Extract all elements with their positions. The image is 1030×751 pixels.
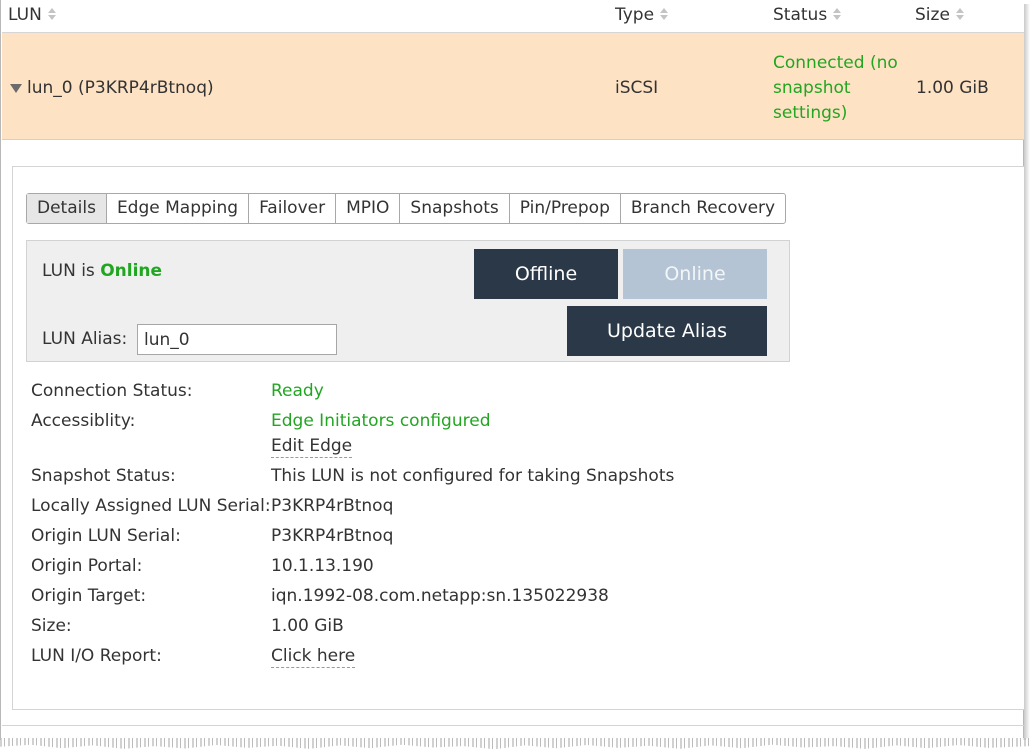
lun-type-cell: iSCSI xyxy=(615,78,659,98)
column-header-lun[interactable]: LUN xyxy=(8,5,56,25)
tab-mpio[interactable]: MPIO xyxy=(336,194,401,223)
connection-status-value: Ready xyxy=(271,381,324,401)
lun-table-window: LUN Type Status Size lun_0 (P3KRP4rBtnoq… xyxy=(0,0,1025,740)
edit-edge-link[interactable]: Edit Edge xyxy=(271,436,353,458)
accessibility-value: Edge Initiators configured xyxy=(271,411,491,431)
lun-status-cell-line1: Connected (no xyxy=(773,53,898,73)
column-header-status[interactable]: Status xyxy=(773,5,842,25)
lun-status-cell-line3: settings) xyxy=(773,103,848,123)
tab-branch-recovery[interactable]: Branch Recovery xyxy=(621,194,785,223)
table-bottom-divider xyxy=(2,725,1024,726)
snapshot-status-label: Snapshot Status: xyxy=(31,466,176,486)
origin-portal-value: 10.1.13.190 xyxy=(271,556,374,576)
accessibility-label: Accessiblity: xyxy=(31,411,136,431)
lun-state-value: Online xyxy=(100,261,163,281)
column-header-size[interactable]: Size xyxy=(915,5,964,25)
sort-icon xyxy=(955,7,964,21)
tab-snapshots[interactable]: Snapshots xyxy=(400,194,510,223)
expand-triangle-icon[interactable] xyxy=(10,84,22,93)
tab-details[interactable]: Details xyxy=(27,194,107,223)
origin-serial-label: Origin LUN Serial: xyxy=(31,526,181,546)
alias-label: LUN Alias: xyxy=(42,329,128,349)
connection-status-label: Connection Status: xyxy=(31,381,193,401)
sort-icon xyxy=(660,7,669,21)
sort-icon xyxy=(833,7,842,21)
origin-serial-value: P3KRP4rBtnoq xyxy=(271,526,394,546)
local-serial-value: P3KRP4rBtnoq xyxy=(271,496,394,516)
online-button: Online xyxy=(623,249,767,299)
size-label: Size: xyxy=(31,616,72,636)
column-header-type[interactable]: Type xyxy=(615,5,669,25)
lun-size-cell: 1.00 GiB xyxy=(916,78,989,98)
offline-button[interactable]: Offline xyxy=(474,249,618,299)
origin-target-value: iqn.1992-08.com.netapp:sn.135022938 xyxy=(271,586,609,606)
sort-icon xyxy=(47,7,56,21)
lun-status-cell-line2: snapshot xyxy=(773,78,851,98)
tab-failover[interactable]: Failover xyxy=(249,194,337,223)
lun-state-box: LUN is Online Offline Online LUN Alias: … xyxy=(26,240,790,362)
detail-tabs: Details Edge Mapping Failover MPIO Snaps… xyxy=(26,193,787,224)
lun-detail-panel: Details Edge Mapping Failover MPIO Snaps… xyxy=(12,166,1025,710)
lun-name-cell: lun_0 (P3KRP4rBtnoq) xyxy=(27,78,214,98)
io-report-link[interactable]: Click here xyxy=(271,646,356,668)
tab-edge-mapping[interactable]: Edge Mapping xyxy=(107,194,250,223)
snapshot-status-value: This LUN is not configured for taking Sn… xyxy=(271,466,675,486)
alias-input[interactable] xyxy=(137,324,337,355)
table-row-selected[interactable]: lun_0 (P3KRP4rBtnoq) iSCSI Connected (no… xyxy=(2,33,1024,140)
io-report-label: LUN I/O Report: xyxy=(31,646,162,666)
origin-portal-label: Origin Portal: xyxy=(31,556,143,576)
table-header: LUN Type Status Size xyxy=(2,0,1024,33)
lun-state-text: LUN is Online xyxy=(42,261,163,281)
local-serial-label: Locally Assigned LUN Serial: xyxy=(31,496,271,516)
size-value: 1.00 GiB xyxy=(271,616,344,636)
tab-pin-prepop[interactable]: Pin/Prepop xyxy=(510,194,621,223)
origin-target-label: Origin Target: xyxy=(31,586,147,606)
window-shadow xyxy=(1024,4,1030,740)
update-alias-button[interactable]: Update Alias xyxy=(567,306,767,356)
